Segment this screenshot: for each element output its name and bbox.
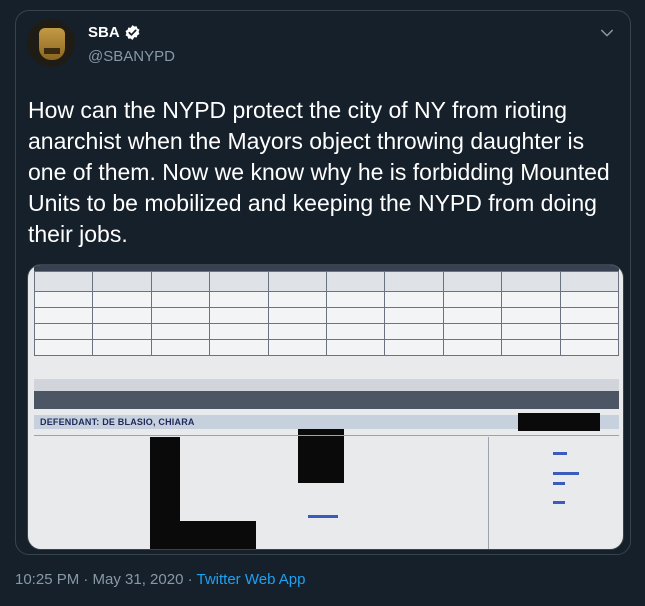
meta-separator: · <box>183 571 197 588</box>
redaction-box <box>150 521 256 549</box>
document-narrative-bar <box>34 391 619 409</box>
police-badge-icon <box>39 28 65 60</box>
redaction-box <box>150 437 180 523</box>
source-link[interactable]: Twitter Web App <box>197 571 306 588</box>
form-value <box>553 482 565 485</box>
badge-plate <box>44 48 60 54</box>
form-value <box>553 452 567 455</box>
verified-check-icon <box>125 25 140 40</box>
tweet-card[interactable]: SBA @SBANYPD How can the NYPD protect th… <box>15 10 631 555</box>
display-name[interactable]: SBA <box>88 24 120 41</box>
redaction-box <box>298 429 344 483</box>
author-name-row[interactable]: SBA <box>88 24 141 41</box>
form-divider <box>488 437 489 549</box>
tweet-meta: 10:25 PM · May 31, 2020 · Twitter Web Ap… <box>15 571 305 588</box>
chevron-down-icon[interactable] <box>598 24 616 42</box>
redaction-box <box>518 413 600 431</box>
form-divider <box>34 435 619 436</box>
form-value <box>553 501 565 504</box>
form-value <box>553 472 579 475</box>
timestamp[interactable]: 10:25 PM · May 31, 2020 <box>15 571 183 588</box>
avatar[interactable] <box>27 19 75 67</box>
tweet-text: How can the NYPD protect the city of NY … <box>28 97 610 247</box>
document-form-table <box>33 271 620 356</box>
defendant-label: DEFENDANT: DE BLASIO, CHIARA <box>40 417 195 427</box>
form-value <box>308 515 338 518</box>
tweet-media-image[interactable]: DEFENDANT: DE BLASIO, CHIARA <box>27 264 624 550</box>
handle[interactable]: @SBANYPD <box>88 48 175 65</box>
document-details-strip <box>34 379 619 391</box>
